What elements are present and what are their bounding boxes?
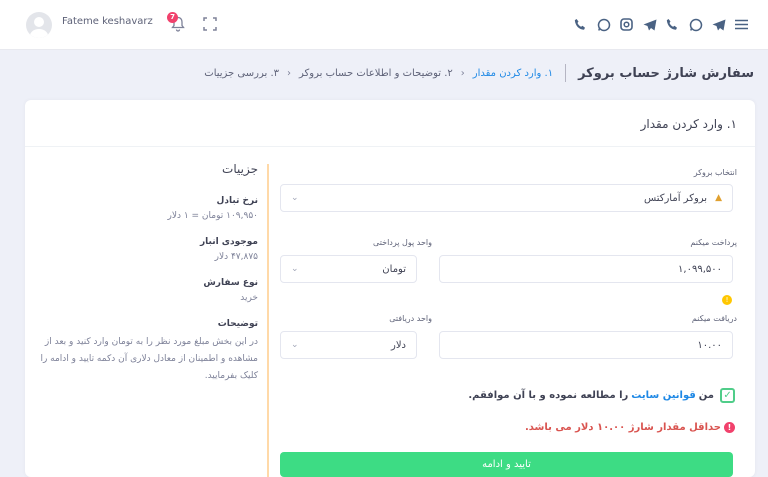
chevron-left-icon: ‹ xyxy=(287,67,291,79)
terms-checkbox[interactable]: ✓ xyxy=(720,388,735,403)
top-bar: Fateme keshavarz 7 xyxy=(0,0,768,50)
chevron-left-icon: ‹ xyxy=(460,67,465,79)
submit-button[interactable]: تایید و ادامه xyxy=(280,452,733,477)
receive-amount-value: ۱۰.۰۰ xyxy=(697,339,722,351)
breadcrumb-step-2[interactable]: ۲. توضیحات و اطلاعات حساب بروکر xyxy=(299,68,453,79)
divider xyxy=(25,146,755,147)
receive-unit-select[interactable]: دلار ⌄ xyxy=(280,331,417,359)
phone-icon[interactable] xyxy=(572,16,589,33)
broker-select[interactable]: ▲ بروکر آمارکتس ⌄ xyxy=(280,184,733,212)
broker-logo-icon: ▲ xyxy=(715,193,722,203)
info-icon[interactable]: ! xyxy=(722,295,732,305)
pay-label: پرداخت میکنم xyxy=(690,238,737,247)
chevron-down-icon: ⌄ xyxy=(291,193,299,203)
details-divider xyxy=(267,164,269,477)
breadcrumb: سفارش شارژ حساب بروکر ۱. وارد کردن مقدار… xyxy=(204,64,754,82)
description-text: در این بخش مبلغ مورد نظر را به تومان وار… xyxy=(40,337,258,381)
menu-icon[interactable] xyxy=(733,16,750,33)
pay-unit-value: تومان xyxy=(382,263,406,275)
rate-value: ۱۰۹,۹۵۰ تومان = ۱ دلار xyxy=(167,211,258,221)
receive-label: دریافت میکنم xyxy=(691,314,737,323)
chevron-down-icon: ⌄ xyxy=(291,340,299,350)
receive-amount-input[interactable]: ۱۰.۰۰ xyxy=(439,331,733,359)
order-type-label: نوع سفارش xyxy=(203,278,258,288)
stock-label: موجودی انبار xyxy=(199,237,258,247)
notification-badge: 7 xyxy=(167,12,178,23)
order-type-value: خرید xyxy=(240,293,258,303)
fullscreen-icon[interactable] xyxy=(203,17,217,31)
order-card: ۱. وارد کردن مقدار جزییات نرخ تبادل ۱۰۹,… xyxy=(25,100,755,477)
avatar[interactable] xyxy=(26,12,52,38)
stock-value: ۴۷,۸۷۵ دلار xyxy=(214,252,258,262)
whatsapp-icon[interactable] xyxy=(687,16,704,33)
breadcrumb-step-1[interactable]: ۱. وارد کردن مقدار xyxy=(473,68,553,79)
details-panel: جزییات نرخ تبادل ۱۰۹,۹۵۰ تومان = ۱ دلار … xyxy=(35,162,260,385)
phone-icon[interactable] xyxy=(664,16,681,33)
whatsapp-icon[interactable] xyxy=(595,16,612,33)
agree-prefix: من xyxy=(698,390,714,401)
error-icon: ! xyxy=(724,422,735,433)
page-title: سفارش شارژ حساب بروکر xyxy=(578,65,754,81)
telegram-icon[interactable] xyxy=(641,16,658,33)
agree-suffix: را مطالعه نموده و با آن موافقم. xyxy=(468,390,629,401)
pay-unit-select[interactable]: تومان ⌄ xyxy=(280,255,417,283)
details-heading: جزییات xyxy=(222,162,258,176)
breadcrumb-divider xyxy=(565,64,567,82)
receive-unit-value: دلار xyxy=(391,339,406,351)
rate-label: نرخ تبادل xyxy=(216,196,258,206)
username[interactable]: Fateme keshavarz xyxy=(62,16,153,27)
broker-label: انتخاب بروکر xyxy=(693,168,737,177)
pay-amount-input[interactable]: ۱,۰۹۹,۵۰۰ xyxy=(439,255,733,283)
card-title: ۱. وارد کردن مقدار xyxy=(640,117,737,131)
terms-link[interactable]: قوانین سایت xyxy=(631,390,696,401)
terms-agreement: ✓ من قوانین سایت را مطالعه نموده و با آن… xyxy=(468,388,735,403)
receive-unit-label: واحد دریافتی xyxy=(389,314,432,323)
instagram-icon[interactable] xyxy=(618,16,635,33)
telegram-icon[interactable] xyxy=(710,16,727,33)
pay-unit-label: واحد پول پرداختی xyxy=(373,238,432,247)
min-amount-error: ! حداقل مقدار شارژ ۱۰.۰۰ دلار می باشد. xyxy=(525,422,735,433)
social-icons xyxy=(572,16,750,33)
chevron-down-icon: ⌄ xyxy=(291,264,299,274)
breadcrumb-step-3[interactable]: ۳. بررسی جزییات xyxy=(204,68,279,79)
error-text: حداقل مقدار شارژ ۱۰.۰۰ دلار می باشد. xyxy=(524,422,721,433)
description-label: توضیحات xyxy=(217,319,258,329)
broker-select-value: بروکر آمارکتس xyxy=(643,192,708,204)
pay-amount-value: ۱,۰۹۹,۵۰۰ xyxy=(678,263,722,275)
